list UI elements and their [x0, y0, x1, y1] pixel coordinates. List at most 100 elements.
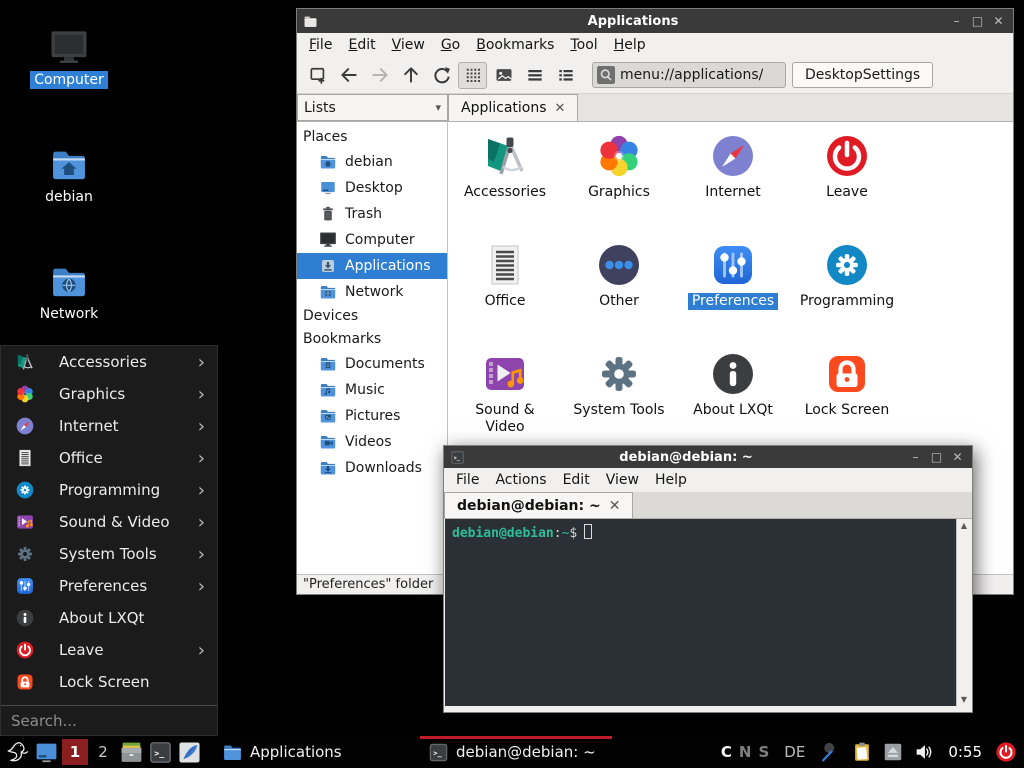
menu-item-system-tools[interactable]: System Tools› [1, 538, 217, 570]
places-item-computer[interactable]: Computer [297, 227, 447, 253]
places-item-applications[interactable]: Applications [297, 253, 447, 279]
menu-item-graphics[interactable]: Graphics› [1, 378, 217, 410]
desktop-icon-network[interactable]: Network [14, 262, 124, 323]
leave-button[interactable] [995, 741, 1017, 763]
terminal-menu-edit[interactable]: Edit [555, 469, 598, 491]
up-button[interactable] [396, 62, 425, 89]
places-item-videos[interactable]: Videos [297, 429, 447, 455]
terminal-tab[interactable]: debian@debian: ~ ✕ [444, 492, 633, 518]
maximize-button[interactable]: □ [969, 10, 986, 32]
menu-item-office[interactable]: Office› [1, 442, 217, 474]
fm-panel-row: Lists ▾ Applications ✕ [297, 94, 1013, 122]
fm-menu-bookmarks[interactable]: Bookmarks [468, 34, 562, 56]
menu-item-label: Preferences [59, 577, 147, 595]
grid-item-graphics[interactable]: Graphics [564, 132, 674, 241]
terminal-menu-file[interactable]: File [448, 469, 487, 491]
reload-button[interactable] [427, 62, 456, 89]
places-item-label: Documents [345, 356, 425, 372]
menu-item-accessories[interactable]: Accessories› [1, 346, 217, 378]
fm-menu-file[interactable]: File [301, 34, 340, 56]
new-tab-button[interactable] [303, 62, 332, 89]
screenshot-tray-icon[interactable] [820, 741, 842, 763]
grid-item-label: Preferences [688, 293, 778, 310]
grid-item-office[interactable]: Office [450, 241, 560, 350]
taskbar-task-debian-debian[interactable]: >_debian@debian: ~ [420, 736, 612, 768]
grid-item-sound-video[interactable]: Sound & Video [450, 350, 560, 459]
grid-item-accessories[interactable]: Accessories [450, 132, 560, 241]
workspace-1-button[interactable]: 1 [62, 739, 88, 765]
launcher-featherpad[interactable] [175, 737, 204, 767]
minimize-button[interactable]: – [948, 10, 965, 32]
fm-toolbar-buttons [303, 62, 580, 89]
grid-item-system-tools[interactable]: System Tools [564, 350, 674, 459]
terminal-screen[interactable]: debian@debian:~$ [445, 519, 956, 706]
places-item-network[interactable]: Network [297, 279, 447, 305]
minimize-button[interactable]: – [907, 446, 924, 468]
keyboard-layout-indicator[interactable]: DE [784, 743, 805, 761]
menu-search-input[interactable] [11, 712, 207, 730]
close-button[interactable]: ✕ [990, 10, 1007, 32]
grid-view-button[interactable] [458, 62, 487, 89]
terminal-scrollbar[interactable]: ▲ ▼ [956, 519, 971, 706]
fm-menu-go[interactable]: Go [433, 34, 468, 56]
menu-item-internet[interactable]: Internet› [1, 410, 217, 442]
thumbnail-view-button[interactable] [489, 62, 518, 89]
volume-tray-icon[interactable] [913, 741, 935, 763]
clipboard-tray-icon[interactable] [851, 741, 873, 763]
places-item-music[interactable]: Music [297, 377, 447, 403]
menu-item-lock-screen[interactable]: Lock Screen [1, 666, 217, 698]
launcher-qterminal[interactable]: >_ [146, 737, 175, 767]
close-button[interactable]: ✕ [949, 446, 966, 468]
compact-view-button[interactable] [551, 62, 580, 89]
forward-button[interactable] [365, 62, 394, 89]
menu-item-sound-video[interactable]: Sound & Video› [1, 506, 217, 538]
grid-item-other[interactable]: Other [564, 241, 674, 350]
fm-menu-view[interactable]: View [384, 34, 433, 56]
grid-item-leave[interactable]: Leave [792, 132, 902, 241]
address-bar[interactable]: menu://applications/ [592, 62, 786, 88]
fm-titlebar[interactable]: Applications – □ ✕ [297, 9, 1013, 33]
fm-menu-help[interactable]: Help [606, 34, 654, 56]
taskbar-task-applications[interactable]: Applications [214, 736, 418, 768]
terminal-menu-view[interactable]: View [598, 469, 647, 491]
scroll-down-icon[interactable]: ▼ [961, 695, 967, 704]
main-menu-button[interactable] [3, 737, 32, 767]
menu-item-about-lxqt[interactable]: About LXQt [1, 602, 217, 634]
back-button[interactable] [334, 62, 363, 89]
side-pane-selector[interactable]: Lists ▾ [297, 94, 448, 121]
launcher-pcmanfm[interactable] [117, 737, 146, 767]
grid-item-about-lxqt[interactable]: About LXQt [678, 350, 788, 459]
maximize-button[interactable]: □ [928, 446, 945, 468]
places-item-downloads[interactable]: Downloads [297, 455, 447, 481]
eject-tray-icon[interactable] [882, 741, 904, 763]
menu-item-preferences[interactable]: Preferences› [1, 570, 217, 602]
tab-applications[interactable]: Applications ✕ [448, 94, 578, 121]
tab-close-icon[interactable]: ✕ [609, 498, 621, 514]
places-item-debian[interactable]: debian [297, 149, 447, 175]
fm-menu-edit[interactable]: Edit [340, 34, 383, 56]
fm-menu-tool[interactable]: Tool [562, 34, 605, 56]
terminal-menu-actions[interactable]: Actions [487, 469, 554, 491]
show-desktop-button[interactable] [32, 737, 61, 767]
clock[interactable]: 0:55 [948, 743, 982, 761]
tab-close-icon[interactable]: ✕ [555, 101, 566, 116]
terminal-menu-help[interactable]: Help [647, 469, 695, 491]
places-item-desktop[interactable]: Desktop [297, 175, 447, 201]
grid-item-internet[interactable]: Internet [678, 132, 788, 241]
desktop-icon-debian[interactable]: debian [14, 145, 124, 206]
workspace-2-button[interactable]: 2 [90, 739, 116, 765]
grid-item-preferences[interactable]: Preferences [678, 241, 788, 350]
places-item-documents[interactable]: Documents [297, 351, 447, 377]
menu-item-programming[interactable]: Programming› [1, 474, 217, 506]
scroll-up-icon[interactable]: ▲ [961, 521, 967, 530]
grid-item-lock-screen[interactable]: Lock Screen [792, 350, 902, 459]
terminal-titlebar[interactable]: >_ debian@debian: ~ – □ ✕ [444, 446, 972, 468]
desktop-icon-computer[interactable]: Computer [14, 28, 124, 89]
detailed-list-button[interactable] [520, 62, 549, 89]
places-item-trash[interactable]: Trash [297, 201, 447, 227]
grid-item-programming[interactable]: Programming [792, 241, 902, 350]
places-item-pictures[interactable]: Pictures [297, 403, 447, 429]
menu-search-row[interactable] [1, 705, 217, 735]
desktop-settings-button[interactable]: DesktopSettings [792, 62, 933, 88]
menu-item-leave[interactable]: Leave› [1, 634, 217, 666]
